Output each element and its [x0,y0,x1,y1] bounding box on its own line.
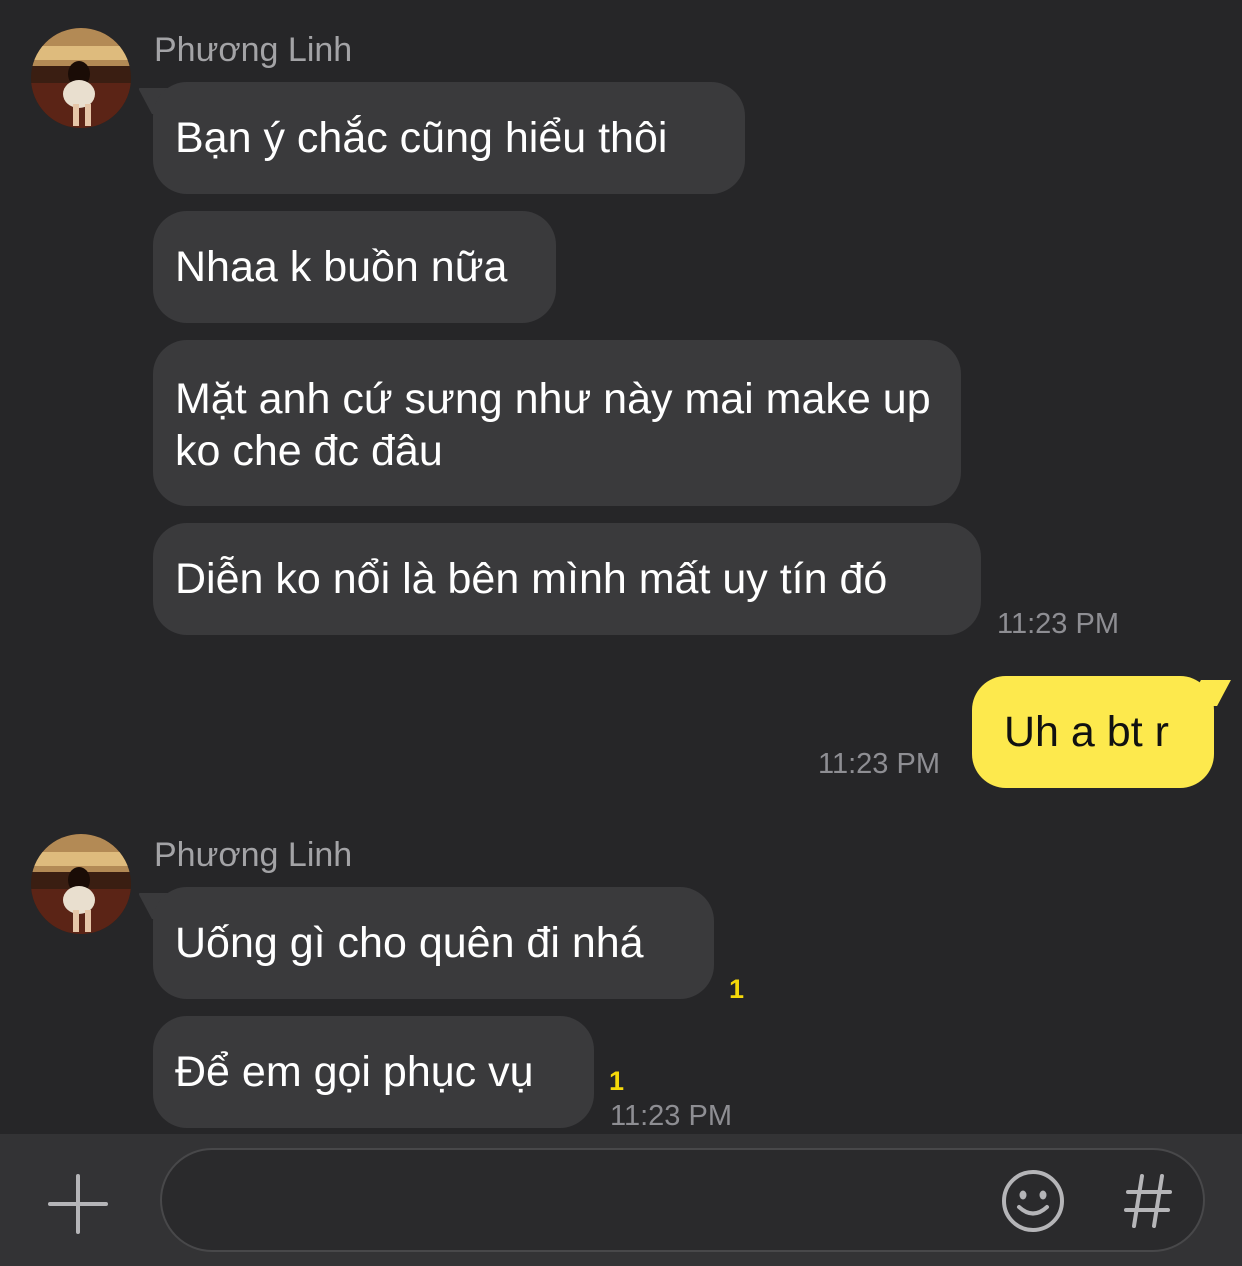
message-composer [0,1134,1242,1266]
sender-avatar[interactable] [31,28,131,128]
message-bubble[interactable]: Diễn ko nổi là bên mình mất uy tín đó [153,523,981,635]
my-message-bubble[interactable]: Uh a bt r [972,676,1214,788]
unread-count: 1 [729,974,745,1004]
sender-avatar[interactable] [31,834,131,934]
message-input-container[interactable] [160,1148,1205,1252]
chat-history[interactable]: Phương Linh Bạn ý chắc cũng hiểu thôi Nh… [0,0,1242,1134]
sender-name: Phương Linh [154,31,353,69]
plus-icon[interactable] [46,1172,110,1236]
emoji-icon[interactable] [1000,1168,1066,1234]
avatar-photo [31,834,131,934]
sender-name: Phương Linh [154,836,353,874]
message-input[interactable] [192,1150,996,1252]
message-timestamp: 11:23 PM [997,608,1119,640]
message-timestamp: 11:23 PM [818,748,940,780]
unread-count: 1 [609,1066,625,1096]
message-bubble[interactable]: Bạn ý chắc cũng hiểu thôi [153,82,745,194]
hashtag-icon[interactable] [1122,1172,1174,1230]
message-bubble[interactable]: Để em gọi phục vụ [153,1016,594,1128]
message-timestamp: 11:23 PM [610,1100,732,1132]
message-bubble[interactable]: Mặt anh cứ sưng như này mai make up ko c… [153,340,961,506]
avatar-photo [31,28,131,128]
message-bubble[interactable]: Nhaa k buồn nữa [153,211,556,323]
message-bubble[interactable]: Uống gì cho quên đi nhá [153,887,714,999]
